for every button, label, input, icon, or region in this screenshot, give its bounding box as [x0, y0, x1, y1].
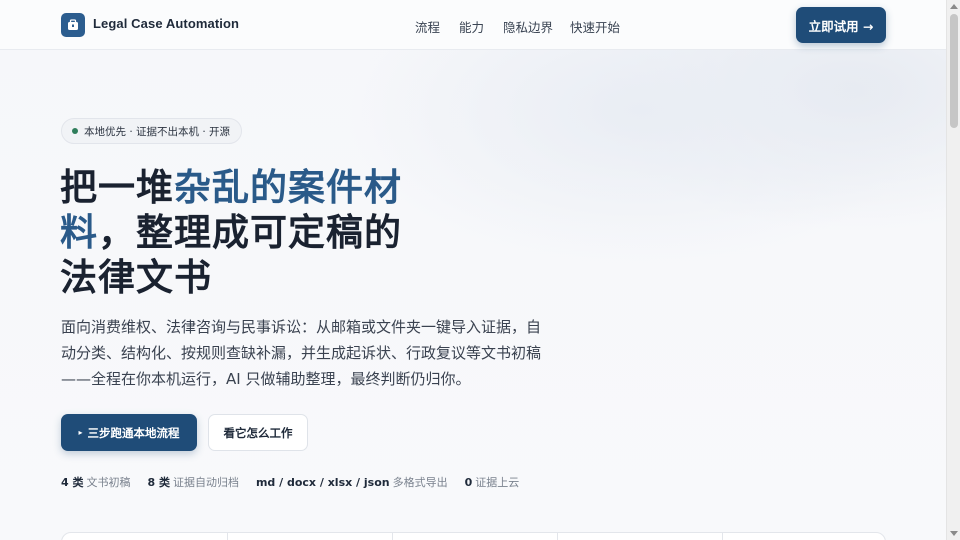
headline-part: 法律文书: [60, 256, 212, 299]
badge-text: 本地优先 · 证据不出本机 · 开源: [84, 125, 231, 138]
stat-item: 0 证据上云: [465, 474, 520, 490]
description-line: 动分类、结构化、按规则查缺补漏，并生成起诉状、行政复议等文书初稿: [61, 344, 542, 362]
vertical-scrollbar[interactable]: [946, 0, 960, 540]
feature-cards-strip: [61, 532, 886, 540]
description-line: 面向消费维权、法律咨询与民事诉讼：从邮箱或文件夹一键导入证据，自: [61, 318, 542, 336]
header: Legal Case Automation 流程 能力 隐私边界 快速开始 立即…: [0, 0, 946, 50]
scroll-down-icon[interactable]: [950, 531, 958, 536]
headline-accent: 杂乱的案件材: [174, 166, 402, 209]
page: Legal Case Automation 流程 能力 隐私边界 快速开始 立即…: [0, 0, 946, 540]
three-steps-label: 三步跑通本地流程: [87, 425, 180, 440]
headline-accent: 料: [60, 211, 98, 254]
stat-label: 证据上云: [475, 476, 520, 489]
nav-item-capabilities[interactable]: 能力: [459, 17, 484, 36]
hero-headline: 把一堆杂乱的案件材 料，整理成可定稿的 法律文书: [60, 165, 440, 300]
stat-value: 4 类: [61, 476, 84, 489]
nav-item-flow[interactable]: 流程: [415, 17, 440, 36]
brand-name[interactable]: Legal Case Automation: [93, 16, 239, 31]
headline-part: 把一堆: [60, 166, 174, 209]
stat-label: 证据自动归档: [172, 476, 239, 489]
status-dot-icon: [72, 128, 78, 134]
nav-item-quickstart[interactable]: 快速开始: [570, 17, 620, 36]
logo-icon[interactable]: [61, 13, 85, 37]
hero-description: 面向消费维权、法律咨询与民事诉讼：从邮箱或文件夹一键导入证据，自 动分类、结构化…: [61, 314, 561, 392]
scroll-up-icon[interactable]: [950, 4, 958, 9]
play-icon: ▸: [78, 428, 83, 437]
stat-label: 多格式导出: [392, 476, 448, 489]
stat-item: 4 类文书初稿: [61, 474, 130, 490]
three-steps-button[interactable]: ▸ 三步跑通本地流程: [61, 414, 197, 451]
stats-row: 4 类文书初稿 8 类证据自动归档 md / docx / xlsx / jso…: [61, 474, 536, 490]
stat-label: 文书初稿: [86, 476, 131, 489]
card-divider: [722, 533, 723, 540]
how-it-works-button[interactable]: 看它怎么工作: [208, 414, 308, 451]
stat-item: md / docx / xlsx / json 多格式导出: [256, 474, 448, 490]
scroll-thumb[interactable]: [950, 14, 958, 128]
try-now-button[interactable]: 立即试用 →: [796, 7, 886, 43]
card-divider: [557, 533, 558, 540]
stat-value: md / docx / xlsx / json: [255, 476, 390, 489]
card-divider: [227, 533, 228, 540]
nav-item-privacy[interactable]: 隐私边界: [503, 17, 553, 36]
stat-value: 8 类: [147, 476, 170, 489]
card-divider: [392, 533, 393, 540]
headline-part: ，整理成可定稿的: [98, 211, 402, 254]
description-line: ——全程在你本机运行，AI 只做辅助整理，最终判断仍归你。: [61, 370, 471, 388]
feature-badge: 本地优先 · 证据不出本机 · 开源: [61, 118, 243, 144]
stat-value: 0: [464, 476, 473, 489]
stat-item: 8 类证据自动归档: [147, 474, 238, 490]
